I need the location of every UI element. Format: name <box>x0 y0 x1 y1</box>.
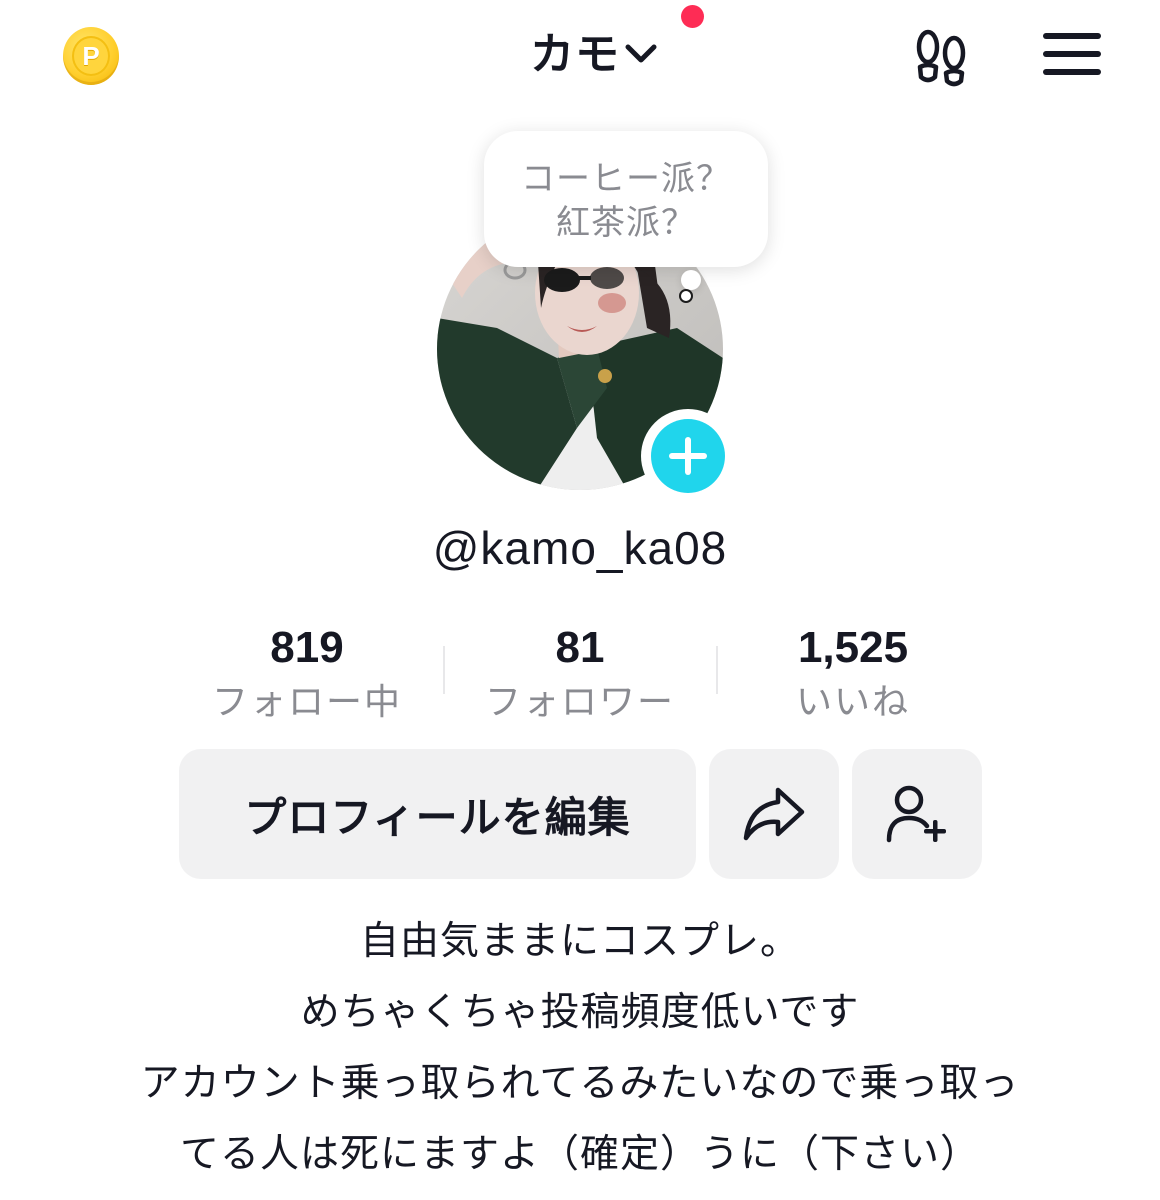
bio-line: 自由気ままにコスプレ。 <box>359 919 800 964</box>
bio-line: めちゃくちゃ投稿頻度低いです <box>300 990 860 1035</box>
hamburger-menu-icon[interactable] <box>1043 30 1101 78</box>
status-bubble-line-2: 紅茶派？ <box>556 203 696 243</box>
account-switcher[interactable]: カモ <box>530 20 658 80</box>
stat-divider <box>443 646 445 694</box>
username: @kamo_ka08 <box>432 522 728 574</box>
bio-line: てる人は死にますよ（確定）うに（下さい） <box>179 1132 980 1177</box>
edit-profile-label: プロフィールを編集 <box>244 792 631 842</box>
stat-likes-label: いいね <box>795 682 910 723</box>
stat-followers-count: 81 <box>555 623 605 672</box>
footprints-icon[interactable] <box>910 25 972 87</box>
share-arrow-icon <box>743 787 805 841</box>
coin-label: P <box>72 36 110 76</box>
stat-likes-count: 1,525 <box>797 623 909 672</box>
notification-dot <box>681 5 704 28</box>
bubble-tail-dot <box>679 289 693 303</box>
bio-line: アカウント乗っ取られてるみたいなので乗っ取っ <box>140 1061 1020 1106</box>
bubble-tail <box>681 270 701 290</box>
status-bubble[interactable]: コーヒー派？ 紅茶派？ <box>484 131 768 267</box>
account-name: カモ <box>530 29 620 80</box>
profile-bio: 自由気ままにコスプレ。 めちゃくちゃ投稿頻度低いです アカウント乗っ取られてるみ… <box>0 906 1160 1190</box>
share-profile-button[interactable] <box>709 749 839 879</box>
status-bubble-line-1: コーヒー派？ <box>521 159 731 199</box>
plus-icon-bg <box>651 419 725 493</box>
stat-following[interactable]: 819 フォロー中 <box>187 620 427 728</box>
stat-divider <box>716 646 718 694</box>
stat-following-count: 819 <box>270 623 344 672</box>
stat-likes[interactable]: 1,525 いいね <box>733 620 973 728</box>
add-story-button[interactable] <box>641 409 735 503</box>
stat-followers-label: フォロワー <box>484 682 675 723</box>
chevron-down-icon <box>625 44 657 63</box>
coin-icon[interactable]: P <box>63 27 119 85</box>
edit-profile-button[interactable]: プロフィールを編集 <box>179 749 696 879</box>
add-friend-button[interactable] <box>852 749 982 879</box>
plus-icon <box>669 437 707 475</box>
stat-following-label: フォロー中 <box>211 682 402 723</box>
stat-followers[interactable]: 81 フォロワー <box>460 620 700 728</box>
add-user-icon <box>886 785 946 843</box>
